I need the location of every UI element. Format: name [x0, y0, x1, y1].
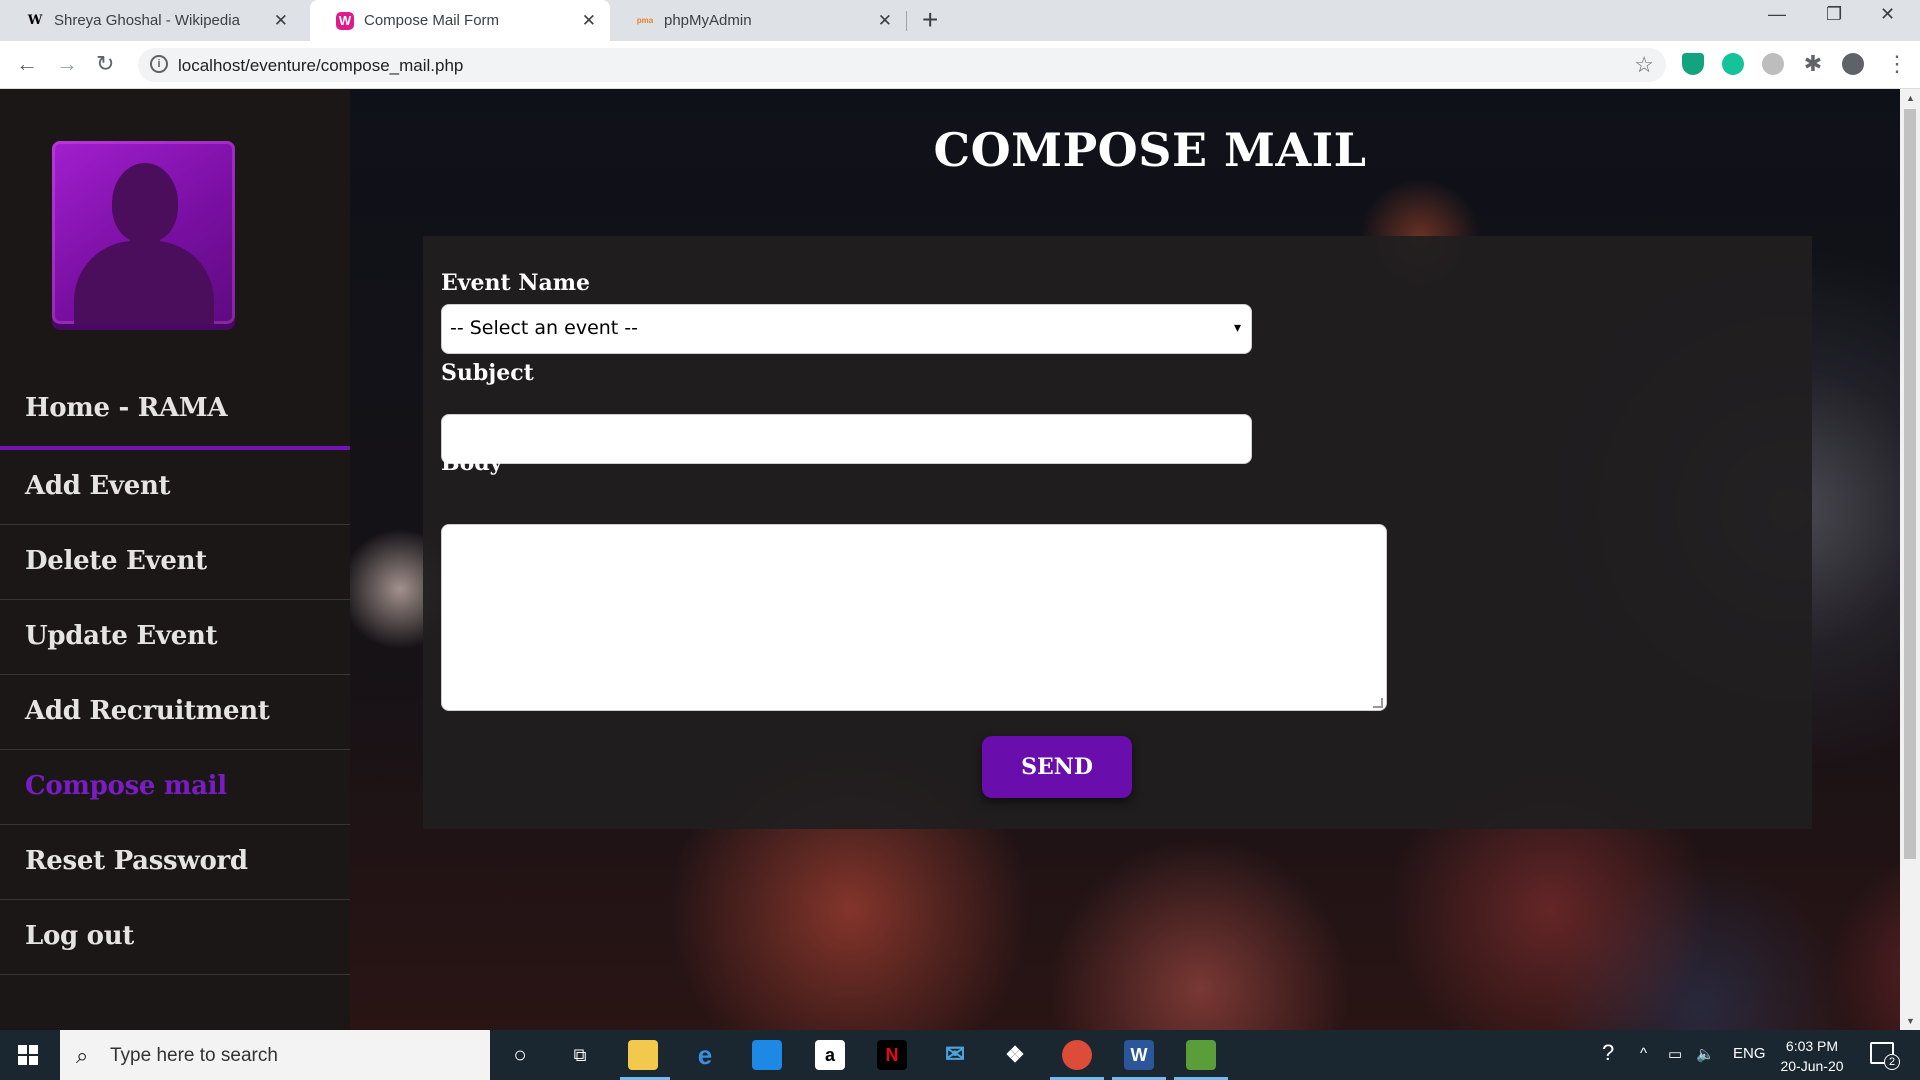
- grammarly-icon[interactable]: [1722, 53, 1744, 75]
- event-name-label: Event Name: [441, 270, 591, 296]
- sidebar-item-reset-password[interactable]: Reset Password: [0, 825, 350, 900]
- search-placeholder: Type here to search: [110, 1045, 278, 1066]
- tab-strip: W Shreya Ghoshal - Wikipedia ✕ W Compose…: [0, 0, 1920, 41]
- notification-icon[interactable]: 2: [1870, 1042, 1900, 1070]
- help-icon[interactable]: ?: [1602, 1040, 1614, 1066]
- subject-input[interactable]: [441, 414, 1252, 464]
- body-textarea[interactable]: [441, 524, 1387, 711]
- edge-icon[interactable]: e: [690, 1040, 720, 1070]
- chevron-down-icon: ▾: [1233, 319, 1241, 335]
- tab-separator: [906, 11, 907, 31]
- page-title: COMPOSE MAIL: [933, 123, 1367, 177]
- scroll-down-arrow-icon[interactable]: ▼: [1906, 1016, 1915, 1026]
- search-icon: ⌕: [76, 1043, 89, 1068]
- sidebar-item-add-event[interactable]: Add Event: [0, 450, 350, 525]
- event-select[interactable]: -- Select an event -- ▾: [441, 304, 1252, 354]
- sidebar-item-home[interactable]: Home - RAMA: [0, 372, 350, 450]
- sidebar-item-delete-event[interactable]: Delete Event: [0, 525, 350, 600]
- scrollbar-thumb[interactable]: [1904, 109, 1916, 859]
- forward-arrow-icon[interactable]: →: [56, 51, 78, 77]
- clock-date: 20-Jun-20: [1780, 1058, 1844, 1074]
- cortana-icon[interactable]: ○: [505, 1040, 535, 1070]
- window-close-icon[interactable]: ✕: [1880, 4, 1895, 25]
- notification-count-badge: 2: [1884, 1054, 1900, 1070]
- windows-taskbar: ⌕ Type here to search ○ ⧉ e a N ✉ ❖ W ? …: [0, 1030, 1920, 1080]
- sidebar-item-log-out[interactable]: Log out: [0, 900, 350, 975]
- wikipedia-icon: W: [27, 13, 43, 28]
- sidebar: Home - RAMA Add Event Delete Event Updat…: [0, 89, 350, 1030]
- word-icon[interactable]: W: [1124, 1040, 1154, 1070]
- site-info-icon[interactable]: i: [150, 55, 168, 73]
- page-viewport: Home - RAMA Add Event Delete Event Updat…: [0, 89, 1900, 1030]
- event-select-value: -- Select an event --: [450, 317, 638, 339]
- send-button[interactable]: SEND: [982, 736, 1132, 798]
- tab-wikipedia[interactable]: W Shreya Ghoshal - Wikipedia ✕: [0, 0, 302, 41]
- compose-mail-form: Event Name -- Select an event -- ▾ Subje…: [423, 236, 1812, 829]
- language-indicator[interactable]: ENG: [1733, 1045, 1766, 1062]
- clock-time: 6:03 PM: [1785, 1038, 1839, 1054]
- close-icon[interactable]: ✕: [582, 11, 596, 31]
- windows-start-icon[interactable]: [18, 1045, 38, 1065]
- tab-title: Compose Mail Form: [364, 12, 500, 29]
- phpmyadmin-icon: pma: [636, 16, 654, 25]
- url-text[interactable]: localhost/eventure/compose_mail.php: [178, 56, 463, 76]
- avatar-body-shape: [74, 241, 214, 324]
- page-scrollbar[interactable]: ▲ ▼: [1900, 89, 1920, 1030]
- sidebar-item-add-recruitment[interactable]: Add Recruitment: [0, 675, 350, 750]
- clock[interactable]: 6:03 PM 20-Jun-20: [1772, 1036, 1852, 1076]
- volume-icon[interactable]: 🔈: [1696, 1045, 1715, 1063]
- extension-circle-icon[interactable]: [1762, 53, 1784, 75]
- tab-title: Shreya Ghoshal - Wikipedia: [54, 12, 240, 29]
- taskbar-search-box[interactable]: ⌕ Type here to search: [60, 1030, 490, 1080]
- image-viewer-icon[interactable]: [1186, 1040, 1216, 1070]
- shield-extension-icon[interactable]: [1682, 53, 1704, 75]
- close-icon[interactable]: ✕: [878, 11, 892, 31]
- kebab-menu-icon[interactable]: ⋮: [1886, 53, 1908, 75]
- mail-icon[interactable]: ✉: [940, 1040, 970, 1070]
- sidebar-item-compose-mail[interactable]: Compose mail: [0, 750, 350, 825]
- tab-phpmyadmin[interactable]: pma phpMyAdmin ✕: [610, 0, 906, 41]
- reload-icon[interactable]: ↻: [96, 51, 114, 77]
- task-view-icon[interactable]: ⧉: [565, 1040, 595, 1070]
- dropbox-icon[interactable]: ❖: [1000, 1040, 1030, 1070]
- amazon-icon[interactable]: a: [815, 1040, 845, 1070]
- close-icon[interactable]: ✕: [274, 11, 288, 31]
- chrome-icon[interactable]: [1062, 1040, 1092, 1070]
- microsoft-store-icon[interactable]: [752, 1040, 782, 1070]
- minimize-icon[interactable]: —: [1768, 4, 1786, 25]
- bookmark-star-icon[interactable]: ☆: [1634, 52, 1654, 78]
- sidebar-menu: Home - RAMA Add Event Delete Event Updat…: [0, 372, 350, 975]
- subject-label: Subject: [441, 360, 534, 386]
- tab-compose-mail[interactable]: W Compose Mail Form ✕: [310, 0, 610, 41]
- new-tab-plus-icon[interactable]: +: [922, 4, 938, 36]
- battery-icon[interactable]: ▭: [1668, 1045, 1682, 1063]
- sidebar-item-update-event[interactable]: Update Event: [0, 600, 350, 675]
- browser-toolbar: ← → ↻ i localhost/eventure/compose_mail.…: [0, 41, 1920, 89]
- body-label: Body: [441, 450, 503, 476]
- wamp-icon: W: [336, 11, 354, 30]
- back-arrow-icon[interactable]: ←: [16, 51, 38, 77]
- puzzle-extensions-icon[interactable]: ✱: [1802, 53, 1824, 75]
- profile-avatar-icon[interactable]: [1842, 53, 1864, 75]
- avatar-head-shape: [112, 163, 178, 243]
- scroll-up-arrow-icon[interactable]: ▲: [1906, 93, 1915, 103]
- chevron-up-icon[interactable]: ^: [1640, 1045, 1647, 1062]
- address-bar[interactable]: i localhost/eventure/compose_mail.php ☆: [138, 48, 1666, 82]
- netflix-icon[interactable]: N: [877, 1040, 907, 1070]
- user-avatar: [52, 141, 235, 324]
- file-explorer-icon[interactable]: [628, 1040, 658, 1070]
- tab-title: phpMyAdmin: [664, 12, 752, 29]
- resize-handle-icon[interactable]: [1373, 698, 1383, 708]
- restore-icon[interactable]: ❐: [1826, 4, 1842, 25]
